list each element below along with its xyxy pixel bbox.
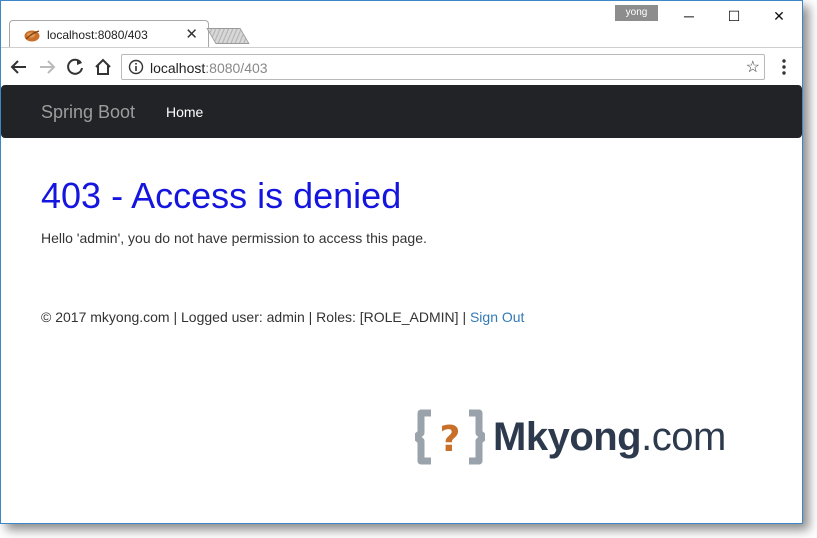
url-host: localhost [150,60,206,76]
access-denied-message: Hello 'admin', you do not have permissio… [41,230,427,246]
braces-question-logo-icon: ? [415,409,485,465]
logo-name: Mkyong [493,415,642,459]
url-text: localhost:8080/403 [150,60,268,76]
logo-wordmark: Mkyong.com [493,415,726,460]
url-path: :8080/403 [205,60,268,76]
close-window-icon[interactable]: ✕ [756,1,802,31]
logo-question-glyph: ? [440,419,461,460]
forward-arrow-icon[interactable] [36,56,58,78]
home-icon[interactable] [92,56,114,78]
leaf-favicon-icon [24,30,40,42]
page-footer: © 2017 mkyong.com | Logged user: admin |… [41,309,524,325]
back-arrow-icon[interactable] [8,56,30,78]
minimize-icon[interactable]: ─ [666,1,712,31]
browser-window: localhost:8080/403 ✕ yong ─ ☐ ✕ localhos… [0,0,803,524]
title-bar: localhost:8080/403 ✕ yong ─ ☐ ✕ [1,1,802,48]
navbar-brand[interactable]: Spring Boot [41,102,135,123]
new-tab-button[interactable] [206,28,250,44]
maximize-icon[interactable]: ☐ [711,1,757,31]
browser-toolbar: localhost:8080/403 ☆ [1,47,802,85]
bookmark-star-icon[interactable]: ☆ [746,57,760,77]
tab-close-icon[interactable]: ✕ [185,25,198,43]
menu-dots-icon[interactable] [777,56,791,78]
tab-title: localhost:8080/403 [47,28,148,42]
sign-out-link[interactable]: Sign Out [470,309,524,325]
reload-icon[interactable] [64,56,86,78]
browser-tab[interactable]: localhost:8080/403 ✕ [9,20,209,48]
footer-text: © 2017 mkyong.com | Logged user: admin |… [41,309,470,325]
profile-badge[interactable]: yong [615,5,658,21]
logo-suffix: .com [641,415,726,459]
page-title: 403 - Access is denied [41,175,402,216]
mkyong-logo: ? Mkyong.com [415,409,735,469]
site-navbar: Spring Boot Home [1,85,802,138]
info-icon[interactable] [128,59,144,75]
address-bar[interactable]: localhost:8080/403 ☆ [121,54,765,80]
nav-link-home[interactable]: Home [166,104,203,120]
